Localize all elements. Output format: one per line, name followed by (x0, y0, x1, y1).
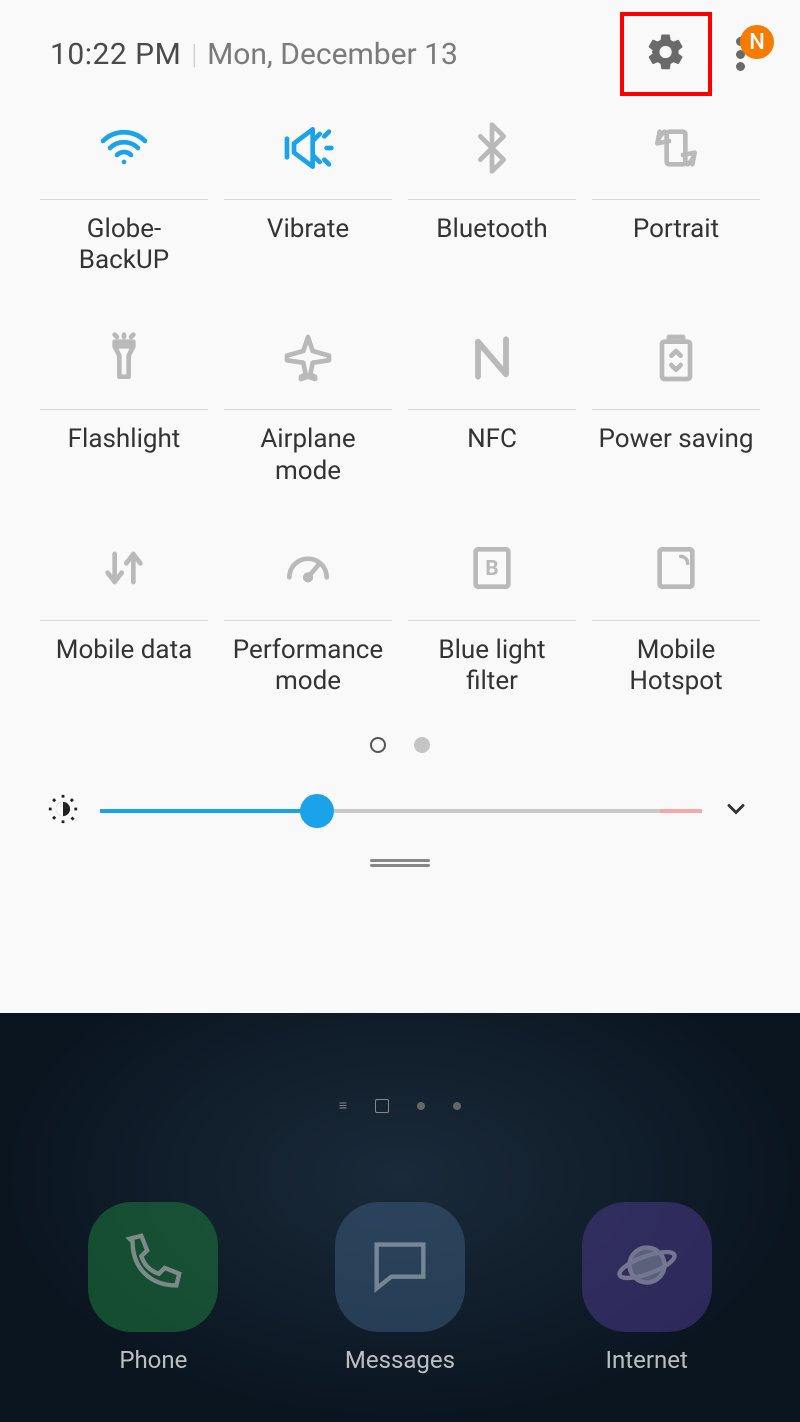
svg-text:B: B (485, 557, 498, 581)
battery-recycle-icon (648, 330, 704, 390)
nfc-icon (464, 330, 520, 390)
brightness-slider[interactable] (100, 809, 702, 813)
mini-page-indicator: ≡ (0, 1097, 800, 1114)
panel-drag-handle[interactable] (20, 847, 780, 869)
expand-brightness-button[interactable] (722, 795, 750, 827)
tile-rotation[interactable]: Portrait (590, 100, 762, 310)
flashlight-icon (96, 330, 152, 390)
dock-app-messages[interactable]: Messages (335, 1202, 465, 1374)
airplane-icon (280, 330, 336, 390)
tile-power-saving[interactable]: Power saving (590, 310, 762, 520)
apps-grid-icon: ≡ (339, 1097, 347, 1114)
messages-icon (365, 1230, 435, 1304)
gear-icon[interactable] (645, 31, 687, 77)
blue-light-icon: B (464, 540, 520, 600)
mobile-data-icon (96, 540, 152, 600)
dock-app-label: Messages (345, 1346, 455, 1374)
page-dot-2 (414, 737, 430, 753)
wifi-icon (96, 120, 152, 180)
tile-airplane[interactable]: Airplane mode (222, 310, 394, 520)
tile-label: Airplane mode (226, 424, 390, 486)
tile-flashlight[interactable]: Flashlight (38, 310, 210, 520)
tile-label: Bluetooth (436, 214, 547, 245)
brightness-icon (46, 792, 80, 830)
tile-label: Portrait (633, 214, 719, 245)
dock-app-label: Phone (119, 1346, 187, 1374)
app-dock: Phone Messages Internet (0, 1202, 800, 1374)
tile-label: Mobile Hotspot (594, 635, 758, 697)
dock-app-internet[interactable]: Internet (582, 1202, 712, 1374)
home-screen-backdrop: ≡ Phone Messages Internet (0, 1013, 800, 1422)
notification-badge: N (740, 25, 774, 59)
brightness-thumb[interactable] (300, 794, 334, 828)
phone-icon (118, 1230, 188, 1304)
tile-label: Flashlight (68, 424, 181, 455)
vibrate-icon (280, 120, 336, 180)
tile-hotspot[interactable]: Mobile Hotspot (590, 521, 762, 731)
tile-label: Blue light filter (410, 635, 574, 697)
page-dot (417, 1102, 425, 1110)
tile-vibrate[interactable]: Vibrate (222, 100, 394, 310)
page-indicator[interactable] (20, 731, 780, 775)
clock-time: 10:22 PM (50, 37, 181, 72)
home-page-icon (375, 1099, 389, 1113)
planet-icon (612, 1230, 682, 1304)
gauge-icon (280, 540, 336, 600)
tile-mobile-data[interactable]: Mobile data (38, 521, 210, 731)
tile-label: Mobile data (56, 635, 192, 666)
hotspot-icon (648, 540, 704, 600)
bluetooth-icon (464, 120, 520, 180)
settings-highlight-box (620, 12, 712, 96)
tile-label: NFC (467, 424, 517, 455)
tile-nfc[interactable]: NFC (406, 310, 578, 520)
tile-bluetooth[interactable]: Bluetooth (406, 100, 578, 310)
tile-label: Vibrate (267, 214, 349, 245)
page-dot-1 (370, 737, 386, 753)
header-date: Mon, December 13 (207, 37, 458, 72)
tile-label: Power saving (599, 424, 754, 455)
dock-app-label: Internet (605, 1346, 687, 1374)
tile-label: Globe-BackUP (42, 214, 206, 276)
auto-rotate-icon (648, 120, 704, 180)
overflow-menu-button[interactable]: N (730, 33, 770, 75)
quick-tiles-grid: Globe-BackUP Vibrate Bluetooth Portrait (20, 90, 780, 731)
dock-app-phone[interactable]: Phone (88, 1202, 218, 1374)
status-header: 10:22 PM | Mon, December 13 N (20, 0, 780, 90)
tile-label: Performance mode (226, 635, 390, 697)
brightness-row (20, 775, 780, 847)
tile-performance[interactable]: Performance mode (222, 521, 394, 731)
quick-settings-panel: 10:22 PM | Mon, December 13 N Globe-Back… (0, 0, 800, 1013)
tile-wifi[interactable]: Globe-BackUP (38, 100, 210, 310)
time-date-divider: | (191, 38, 197, 71)
tile-blue-light[interactable]: B Blue light filter (406, 521, 578, 731)
page-dot (453, 1102, 461, 1110)
